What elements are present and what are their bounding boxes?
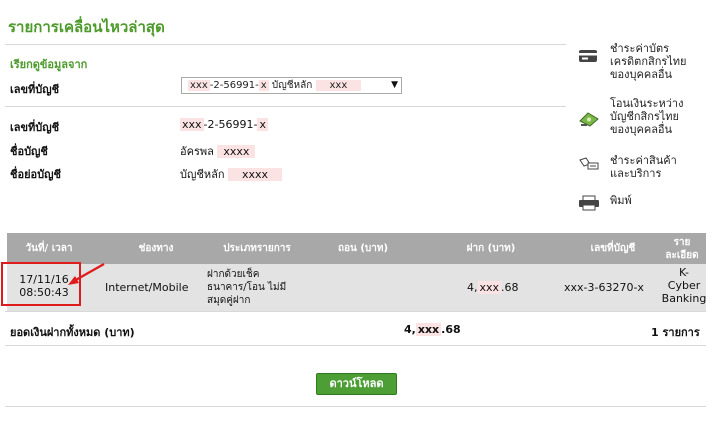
row-type-line: ธนาคาร/โอน ไม่มี — [207, 282, 287, 293]
account-name-label: ชื่อบัญชี — [10, 145, 48, 158]
side-item-print[interactable]: พิมพ์ — [576, 194, 716, 216]
account-short-name-mask: xxxx — [227, 168, 283, 181]
side-item-line: ชำระค่าสินค้า — [610, 154, 677, 167]
side-item-bill-payment[interactable]: ชำระค่าสินค้า และบริการ — [576, 154, 716, 184]
row-deposit: 4, xxx .68 — [467, 281, 519, 294]
deposit-prefix: 4, — [467, 281, 478, 294]
account-number-label: เลขที่บัญชี — [10, 121, 60, 134]
total-count: 1 รายการ — [651, 326, 700, 339]
account-short-name-value: บัญชีหลัก xxxx — [180, 165, 283, 183]
row-details-line: Banking — [661, 292, 707, 305]
side-item-transfer[interactable]: โอนเงินระหว่าง บัญชีกสิกรไทย ของบุคคลอื่… — [576, 97, 716, 139]
page-title: รายการเคลื่อนไหวล่าสุด — [8, 18, 165, 36]
row-details-line: K- — [678, 266, 690, 279]
row-type-line: ฝากด้วยเช็ค — [207, 269, 260, 280]
row-details-line: Cyber — [667, 279, 701, 292]
column-header-deposit: ฝาก (บาท) — [466, 243, 516, 254]
side-item-pay-credit-card[interactable]: ชำระค่าบัตร เครดิตกสิกรไทย ของบุคคลอื่น — [576, 42, 716, 84]
row-type: ฝากด้วยเช็ค ธนาคาร/โอน ไม่มี สมุดคู่ฝาก — [207, 268, 286, 307]
account-number-middle: -2-56991- — [209, 80, 259, 91]
side-item-line: และบริการ — [610, 167, 662, 180]
title-divider — [5, 44, 566, 45]
amount-mask: xxx — [415, 323, 442, 336]
table-divider — [5, 311, 706, 312]
account-name-mask: xxxx — [217, 145, 256, 158]
transactions-table-header: วันที่/ เวลา ช่องทาง ประเภทรายการ ถอน (บ… — [7, 233, 706, 264]
account-name-mask: xxx — [315, 80, 362, 91]
side-item-line: ชำระค่าบัตร — [610, 42, 670, 55]
side-item-line: ของบุคคลอื่น — [610, 68, 673, 81]
arrow-annotation-icon — [68, 263, 105, 285]
column-header-withdraw: ถอน (บาท) — [337, 243, 389, 254]
account-name-text: อัครพล — [180, 145, 214, 158]
column-header-channel: ช่องทาง — [138, 243, 174, 254]
side-item-line: พิมพ์ — [610, 194, 632, 207]
account-mask: x — [257, 118, 268, 131]
chevron-down-icon[interactable]: ▼ — [391, 78, 398, 93]
table-row: 17/11/16 08:50:43 Internet/Mobile ฝากด้ว… — [7, 264, 706, 311]
account-short-name-label: ชื่อย่อบัญชี — [10, 168, 61, 181]
download-button[interactable]: ดาวน์โหลด — [316, 373, 397, 395]
side-item-label: โอนเงินระหว่าง บัญชีกสิกรไทย ของบุคคลอื่… — [610, 97, 683, 136]
account-mask: x — [258, 80, 269, 91]
row-channel: Internet/Mobile — [105, 281, 189, 294]
side-item-label: ชำระค่าสินค้า และบริการ — [610, 154, 677, 180]
total-divider — [5, 345, 706, 346]
column-header-type: ประเภทรายการ — [223, 243, 291, 254]
account-mask: xxx — [180, 118, 204, 131]
account-mask: xxx — [188, 80, 210, 91]
footer-divider — [5, 406, 706, 407]
side-item-line: โอนเงินระหว่าง — [610, 97, 684, 110]
column-header-date: วันที่/ เวลา — [25, 243, 73, 254]
query-section-title: เรียกดูข้อมูลจาก — [10, 58, 88, 71]
row-account: xxx-3-63270-x — [564, 281, 644, 294]
account-short-name-text: บัญชีหลัก — [180, 168, 225, 181]
amount-mask: xxx — [477, 281, 502, 294]
side-item-label: ชำระค่าบัตร เครดิตกสิกรไทย ของบุคคลอื่น — [610, 42, 686, 81]
total-label: ยอดเงินฝากทั้งหมด (บาท) — [10, 326, 135, 339]
total-prefix: 4, — [404, 323, 416, 336]
account-name-value: อัครพล xxxx — [180, 142, 256, 160]
row-details[interactable]: K- Cyber Banking — [661, 266, 707, 305]
side-item-label: พิมพ์ — [610, 194, 632, 207]
account-name: บัญชีหลัก — [271, 80, 313, 91]
side-item-line: ของบุคคลอื่น — [610, 123, 673, 136]
query-divider — [5, 106, 566, 107]
account-number-middle: -2-56991- — [203, 118, 258, 131]
side-item-line: เครดิตกสิกรไทย — [610, 55, 687, 68]
money-transfer-icon — [579, 112, 599, 127]
printer-icon — [579, 195, 599, 211]
account-select[interactable]: xxx -2-56991- x บัญชีหลัก xxx ▼ — [181, 77, 402, 94]
column-header-account: เลขที่บัญชี — [590, 243, 636, 254]
total-amount: 4, xxx .68 — [404, 323, 461, 336]
account-number-value: xxx -2-56991- x — [180, 118, 268, 131]
bill-payment-icon — [579, 157, 599, 170]
deposit-suffix: .68 — [501, 281, 519, 294]
credit-card-icon — [579, 50, 597, 62]
side-item-line: บัญชีกสิกรไทย — [610, 110, 679, 123]
total-suffix: .68 — [441, 323, 461, 336]
column-header-details: ราย ละเอียด — [665, 236, 699, 261]
row-type-line: สมุดคู่ฝาก — [207, 295, 251, 306]
account-select-label: เลขที่บัญชี — [10, 83, 60, 96]
